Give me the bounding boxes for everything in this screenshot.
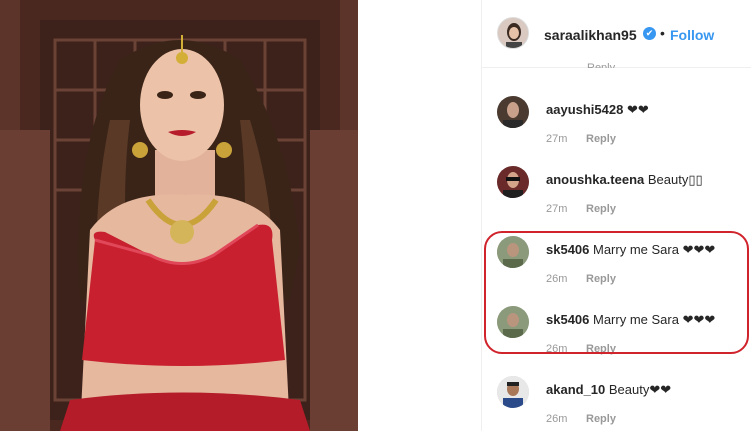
- avatar-image: [497, 96, 529, 128]
- comment-timestamp: 27m: [546, 133, 568, 145]
- avatar-image: [497, 376, 529, 408]
- commenter-avatar[interactable]: [497, 96, 529, 128]
- avatar-image: [497, 166, 529, 198]
- commenter-avatar[interactable]: [497, 376, 529, 408]
- comment-timestamp: 26m: [546, 413, 568, 425]
- comment-username[interactable]: aayushi5428: [546, 102, 623, 117]
- post-image-graphic: [0, 0, 358, 431]
- separator-dot: •: [660, 25, 665, 41]
- profile-avatar[interactable]: [497, 17, 529, 49]
- post-header: saraalikhan95 ✔ • Follow Reply: [482, 0, 751, 68]
- comment-meta: 27m Reply: [546, 203, 616, 215]
- comment-body: Beauty▯▯: [644, 172, 703, 187]
- comment-item: anoushka.teena Beauty▯▯ 27m Reply: [482, 166, 751, 236]
- comment-body: Beauty❤❤: [605, 382, 672, 397]
- comment-username[interactable]: akand_10: [546, 382, 605, 397]
- follow-button[interactable]: Follow: [670, 27, 714, 43]
- comment-meta: 27m Reply: [546, 133, 616, 145]
- comment-username[interactable]: anoushka.teena: [546, 172, 644, 187]
- partial-reply-link[interactable]: Reply: [587, 58, 617, 68]
- comments-panel: saraalikhan95 ✔ • Follow Reply aayushi54…: [481, 0, 751, 431]
- comment-text: anoushka.teena Beauty▯▯: [546, 172, 703, 188]
- avatar-image: [498, 18, 528, 48]
- comment-meta: 26m Reply: [546, 413, 616, 425]
- reply-button[interactable]: Reply: [586, 203, 616, 215]
- post-photo: [0, 0, 358, 431]
- comment-body: ❤❤: [623, 102, 649, 117]
- comment-text: aayushi5428 ❤❤: [546, 102, 649, 118]
- comment-item: aayushi5428 ❤❤ 27m Reply: [482, 96, 751, 166]
- verified-badge-icon: ✔: [643, 27, 656, 40]
- reply-button[interactable]: Reply: [586, 413, 616, 425]
- commenter-avatar[interactable]: [497, 166, 529, 198]
- reply-button[interactable]: Reply: [586, 133, 616, 145]
- highlight-annotation: [484, 231, 749, 354]
- comment-text: akand_10 Beauty❤❤: [546, 382, 671, 398]
- post-username[interactable]: saraalikhan95: [544, 27, 637, 43]
- comment-timestamp: 27m: [546, 203, 568, 215]
- comment-item: akand_10 Beauty❤❤ 26m Reply: [482, 376, 751, 431]
